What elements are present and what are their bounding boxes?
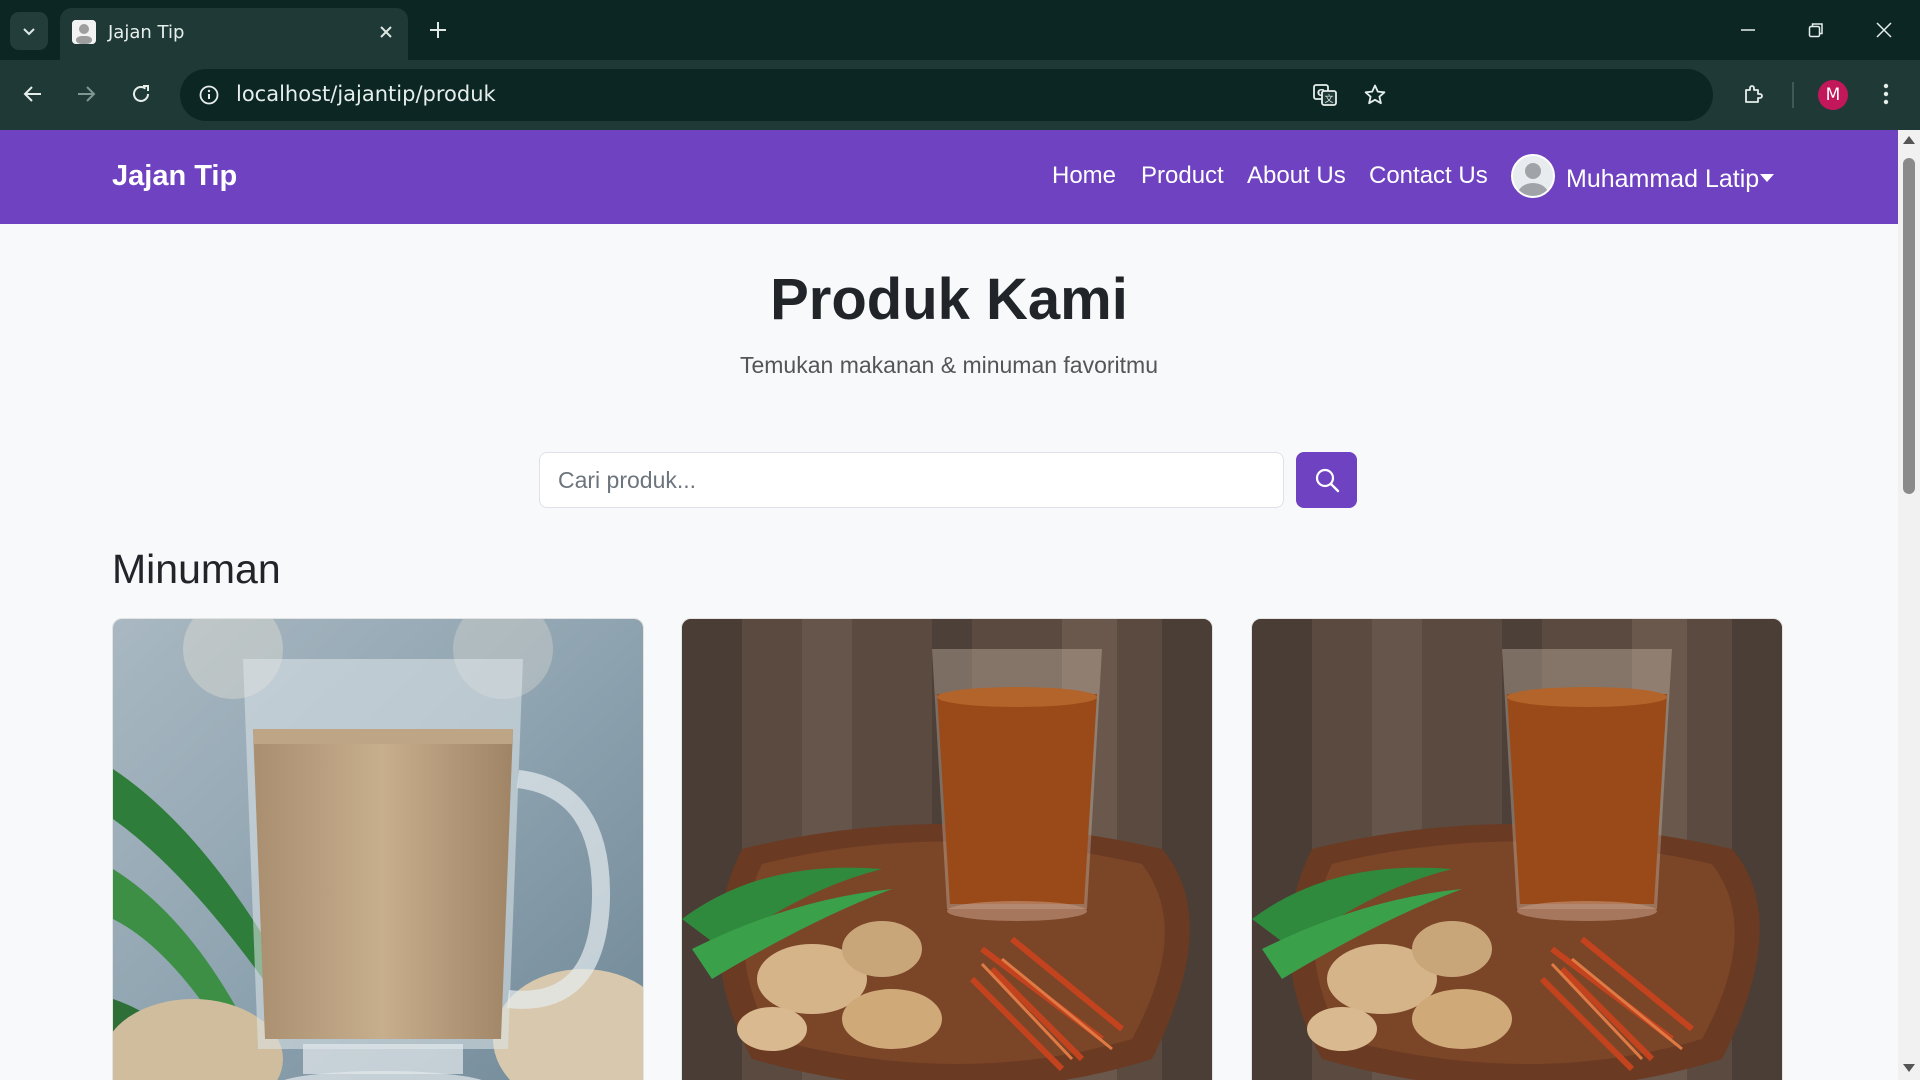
toolbar-divider [1792, 82, 1794, 108]
user-avatar[interactable] [1511, 154, 1555, 198]
scroll-up-arrow-icon[interactable] [1903, 136, 1915, 144]
restore-icon [1808, 23, 1823, 38]
page-scrollbar[interactable] [1898, 130, 1920, 1080]
new-tab-button[interactable] [422, 14, 454, 46]
restore-button[interactable] [1782, 0, 1850, 60]
page-viewport: Jajan Tip Home Product About Us Contact … [0, 130, 1898, 1080]
search-button[interactable] [1296, 452, 1357, 508]
browser-tab[interactable]: Jajan Tip [60, 8, 408, 60]
translate-icon[interactable]: G文 [1310, 80, 1340, 110]
reload-icon [133, 85, 149, 102]
back-button[interactable] [13, 74, 53, 114]
product-card[interactable] [681, 618, 1213, 1080]
profile-avatar[interactable]: M [1818, 80, 1848, 110]
close-window-button[interactable] [1850, 0, 1918, 60]
close-icon [1876, 22, 1892, 38]
caret-down-icon[interactable] [1760, 174, 1774, 182]
minimize-button[interactable] [1714, 0, 1782, 60]
nav-link-product[interactable]: Product [1141, 162, 1224, 190]
tab-close-icon[interactable] [372, 18, 400, 46]
nav-link-contact[interactable]: Contact Us [1369, 162, 1488, 190]
site-info-icon[interactable] [196, 82, 222, 108]
brand-logo[interactable]: Jajan Tip [112, 160, 237, 193]
browser-menu-button[interactable] [1866, 74, 1906, 114]
search-icon [1315, 468, 1339, 493]
plus-icon [430, 22, 446, 38]
tab-search-button[interactable] [10, 12, 48, 50]
arrow-left-icon [23, 86, 41, 102]
favicon-icon [72, 20, 96, 44]
kebab-menu-icon [1883, 83, 1889, 105]
product-image [682, 619, 1212, 1080]
product-card[interactable] [1251, 618, 1783, 1080]
browser-tab-strip: Jajan Tip [0, 0, 1920, 60]
page-subtitle: Temukan makanan & minuman favoritmu [739, 352, 1159, 378]
scroll-down-arrow-icon[interactable] [1903, 1064, 1915, 1072]
arrow-right-icon [78, 86, 96, 102]
page-title: Produk Kami [770, 267, 1128, 332]
site-navbar: Jajan Tip Home Product About Us Contact … [0, 130, 1898, 224]
search-input[interactable] [539, 452, 1284, 508]
product-image [113, 619, 643, 1080]
scrollbar-thumb[interactable] [1903, 158, 1915, 494]
url-text: localhost/jajantip/produk [236, 82, 496, 106]
minimize-icon [1741, 29, 1755, 31]
nav-link-about[interactable]: About Us [1247, 162, 1346, 190]
product-card[interactable] [112, 618, 644, 1080]
bookmark-star-icon[interactable] [1360, 80, 1390, 110]
product-image [1252, 619, 1782, 1080]
browser-toolbar: localhost/jajantip/produk G文 M [0, 60, 1920, 130]
nav-link-home[interactable]: Home [1052, 162, 1116, 190]
reload-button[interactable] [121, 74, 161, 114]
tab-title: Jajan Tip [108, 22, 185, 43]
puzzle-icon [1745, 85, 1763, 103]
section-title: Minuman [112, 546, 281, 592]
svg-text:文: 文 [1324, 93, 1333, 105]
chevron-down-icon [23, 28, 35, 36]
user-menu-toggle[interactable]: Muhammad Latip [1566, 165, 1759, 194]
address-bar[interactable]: localhost/jajantip/produk G文 [180, 69, 1713, 121]
extensions-button[interactable] [1734, 74, 1774, 114]
forward-button[interactable] [66, 74, 106, 114]
